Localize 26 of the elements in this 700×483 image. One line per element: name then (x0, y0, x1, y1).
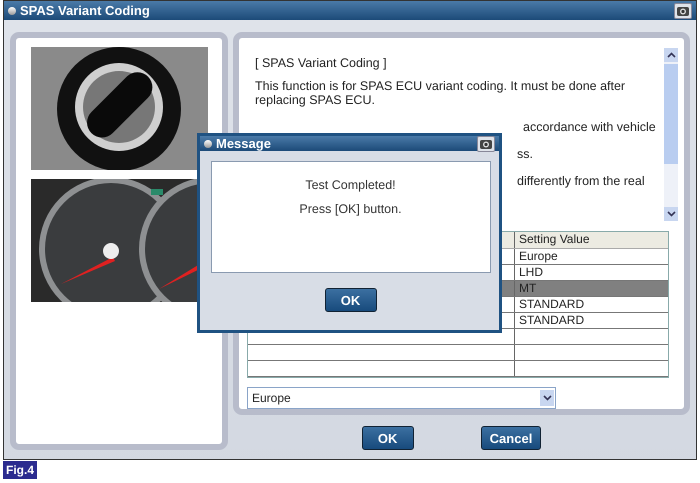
scroll-down-button[interactable] (664, 207, 678, 222)
camera-icon[interactable] (477, 136, 495, 152)
dropdown[interactable]: Europe (247, 387, 556, 409)
help-text-fragment: accordance with vehicle (523, 120, 656, 134)
message-text: Press [OK] button. (299, 202, 402, 216)
scroll-up-button[interactable] (664, 48, 678, 62)
dialog-title: Message (216, 136, 272, 151)
cancel-button[interactable]: Cancel (480, 426, 542, 450)
chevron-down-icon (666, 211, 676, 218)
help-paragraph: This function is for SPAS ECU variant coding. It must be done after replacing SPAS ECU. (255, 79, 626, 107)
help-text-fragment: ss. (517, 147, 533, 161)
window-title: SPAS Variant Coding (20, 3, 151, 18)
message-text: Test Completed! (305, 178, 396, 192)
scrollbar[interactable] (664, 48, 678, 222)
window-icon (8, 6, 16, 14)
column-header: Setting Value (518, 232, 590, 248)
ok-button[interactable]: OK (324, 288, 376, 312)
ok-button[interactable]: OK (362, 426, 414, 450)
help-text-fragment: differently from the real (517, 174, 645, 188)
scroll-thumb[interactable] (664, 64, 678, 164)
window-icon (204, 140, 212, 148)
chevron-up-icon (666, 52, 676, 58)
figure-label: Fig.4 (3, 461, 38, 479)
caret-icon (540, 390, 554, 406)
help-heading: [ SPAS Variant Coding ] (255, 56, 388, 70)
camera-icon[interactable] (674, 2, 692, 18)
